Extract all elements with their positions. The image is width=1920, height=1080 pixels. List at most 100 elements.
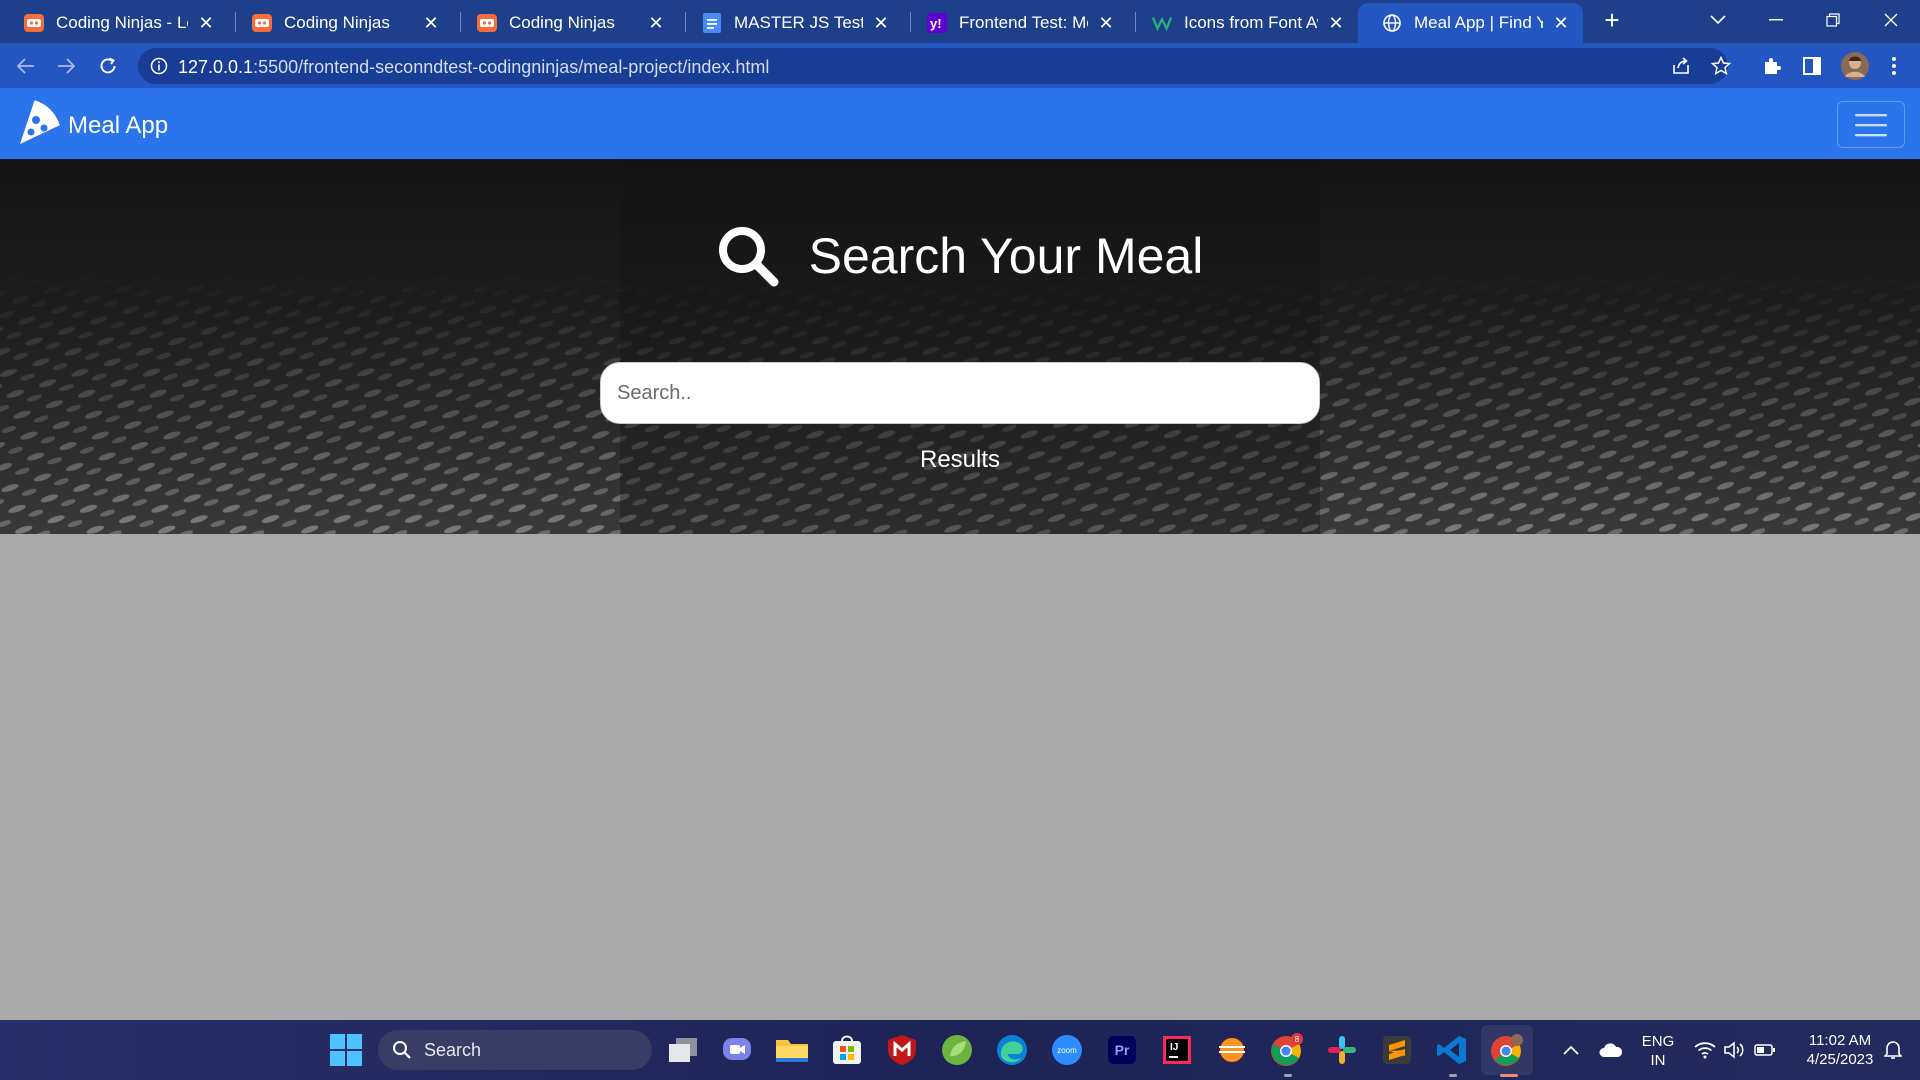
intellij-icon[interactable]: IJ	[1159, 1032, 1195, 1068]
region-code: IN	[1650, 1052, 1666, 1069]
w-icon	[1152, 13, 1172, 33]
restore-icon	[1826, 13, 1840, 27]
browser-tab[interactable]: Coding Ninjas - Learn ✕	[0, 3, 228, 43]
premiere-pro-icon[interactable]: Pr	[1104, 1032, 1140, 1068]
file-explorer-icon[interactable]	[774, 1032, 810, 1068]
vscode-icon[interactable]	[1434, 1032, 1470, 1068]
arrow-left-icon	[17, 58, 34, 74]
reload-button[interactable]	[92, 50, 124, 82]
minimize-button[interactable]	[1748, 0, 1804, 40]
start-button[interactable]	[330, 1034, 362, 1066]
tab-close-icon[interactable]: ✕	[421, 13, 441, 33]
zoom-icon[interactable]: zoom	[1049, 1032, 1085, 1068]
mcafee-icon[interactable]	[884, 1032, 920, 1068]
arrow-right-icon	[58, 58, 75, 74]
svg-text:Pr: Pr	[1115, 1042, 1130, 1058]
brand-link[interactable]: Meal App	[14, 98, 168, 146]
new-tab-button[interactable]: +	[1598, 5, 1626, 35]
edge-icon[interactable]	[994, 1032, 1030, 1068]
close-icon	[1884, 13, 1898, 27]
url-path: :5500/frontend-seconndtest-codingninjas/…	[253, 57, 770, 77]
language-indicator[interactable]: ENG IN	[1636, 1032, 1680, 1070]
bookmark-star-icon[interactable]	[1710, 55, 1732, 77]
browser-tab[interactable]: Coding Ninjas ✕	[453, 3, 678, 43]
search-icon	[393, 1041, 411, 1059]
language-code: ENG	[1641, 1033, 1675, 1050]
running-indicator	[1449, 1074, 1457, 1077]
tab-close-icon[interactable]: ✕	[871, 13, 891, 33]
task-view-icon[interactable]	[665, 1032, 701, 1068]
more-options-icon[interactable]	[1882, 54, 1906, 78]
tab-title: Meal App | Find Your	[1414, 13, 1543, 32]
tab-close-icon[interactable]: ✕	[1551, 13, 1571, 33]
coding-ninjas-icon	[252, 13, 272, 33]
close-window-button[interactable]	[1863, 0, 1919, 40]
sublime-text-icon[interactable]	[1379, 1032, 1415, 1068]
spring-icon[interactable]	[939, 1032, 975, 1068]
clock-date: 4/25/2023	[1806, 1051, 1874, 1068]
tab-close-icon[interactable]: ✕	[646, 13, 666, 33]
wifi-icon[interactable]	[1688, 1032, 1722, 1068]
slack-icon[interactable]	[1324, 1032, 1360, 1068]
browser-tab[interactable]: y! Frontend Test: Meals A ✕	[903, 3, 1128, 43]
windows-taskbar: Search zoom Pr IJ 8 ENG IN 11:02 AM 4/25…	[0, 1020, 1920, 1080]
chrome-icon[interactable]: 8	[1269, 1032, 1305, 1068]
side-panel-icon[interactable]	[1800, 54, 1824, 78]
hero-section: Search Your Meal Results	[0, 159, 1920, 534]
browser-tab[interactable]: MASTER JS Test 7 - M ✕	[678, 3, 903, 43]
chrome-profile-icon[interactable]	[1489, 1032, 1525, 1068]
tab-close-icon[interactable]: ✕	[1096, 13, 1116, 33]
tab-title: Coding Ninjas - Learn	[56, 13, 188, 32]
tab-title: Frontend Test: Meals A	[959, 13, 1088, 32]
clock[interactable]: 11:02 AM 4/25/2023	[1790, 1031, 1890, 1069]
restore-button[interactable]	[1805, 0, 1861, 40]
page-title: Search Your Meal	[808, 228, 1204, 284]
address-bar[interactable]: 127.0.0.1:5500/frontend-seconndtest-codi…	[138, 48, 1731, 84]
tab-title: Coding Ninjas	[509, 13, 615, 32]
battery-icon[interactable]	[1748, 1032, 1782, 1068]
browser-tab-active[interactable]: Meal App | Find Your ✕	[1358, 3, 1583, 43]
running-indicator-active	[1500, 1074, 1518, 1077]
chevron-down-icon	[1710, 15, 1726, 25]
extensions-icon[interactable]	[1760, 54, 1784, 78]
back-button[interactable]	[10, 50, 42, 82]
running-indicator	[1284, 1074, 1292, 1077]
teams-chat-icon[interactable]	[719, 1032, 755, 1068]
taskbar-search[interactable]: Search	[378, 1030, 652, 1070]
info-icon[interactable]	[148, 55, 170, 77]
search-input[interactable]	[600, 362, 1320, 424]
search-icon	[718, 227, 779, 287]
coding-ninjas-icon	[477, 13, 497, 33]
taskbar-search-label: Search	[424, 1039, 482, 1060]
browser-tab[interactable]: Coding Ninjas ✕	[228, 3, 453, 43]
globe-icon	[1382, 13, 1402, 33]
notification-bell-icon[interactable]	[1878, 1032, 1908, 1068]
profile-avatar[interactable]	[1840, 51, 1870, 81]
url-host: 127.0.0.1	[178, 57, 254, 77]
menu-toggle-button[interactable]	[1837, 101, 1905, 148]
results-area	[0, 534, 1920, 1020]
volume-icon[interactable]	[1718, 1032, 1752, 1068]
tab-close-icon[interactable]: ✕	[196, 13, 216, 33]
forward-button[interactable]	[50, 50, 82, 82]
results-heading: Results	[919, 446, 1001, 473]
svg-text:zoom: zoom	[1057, 1046, 1077, 1055]
tab-title: MASTER JS Test 7 - M	[734, 13, 863, 32]
onedrive-icon[interactable]	[1593, 1032, 1629, 1068]
tab-title: Coding Ninjas	[284, 13, 390, 32]
tab-close-icon[interactable]: ✕	[1326, 13, 1346, 33]
hamburger-icon	[1855, 113, 1887, 136]
windows-logo-icon	[330, 1034, 345, 1049]
show-hidden-icons-icon[interactable]	[1553, 1032, 1589, 1068]
tab-search-button[interactable]	[1690, 0, 1746, 40]
share-icon[interactable]	[1670, 55, 1692, 77]
microsoft-store-icon[interactable]	[829, 1032, 865, 1068]
eclipse-icon[interactable]	[1214, 1032, 1250, 1068]
clock-time: 11:02 AM	[1808, 1032, 1872, 1049]
tab-title: Icons from Font Awes	[1184, 13, 1318, 32]
yahoo-icon: y!	[927, 13, 947, 33]
hero-heading: Search Your Meal	[0, 225, 1920, 287]
browser-tab[interactable]: Icons from Font Awes ✕	[1128, 3, 1358, 43]
url-text[interactable]: 127.0.0.1:5500/frontend-seconndtest-codi…	[178, 57, 769, 78]
reload-icon	[100, 57, 116, 74]
